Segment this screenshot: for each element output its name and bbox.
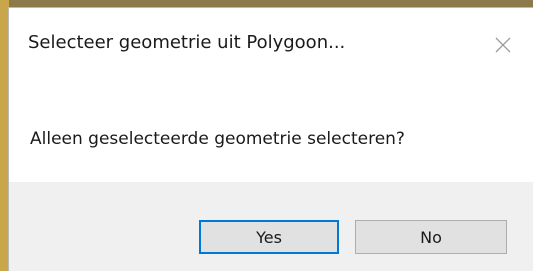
background-window-edge-top — [0, 0, 533, 8]
dialog-content: Alleen geselecteerde geometrie selectere… — [9, 86, 533, 182]
close-button[interactable] — [485, 30, 521, 60]
dialog-message: Alleen geselecteerde geometrie selectere… — [30, 129, 405, 149]
dialog-title: Selecteer geometrie uit Polygoon... — [28, 32, 346, 53]
yes-button[interactable]: Yes — [199, 220, 339, 254]
no-button-label: No — [420, 227, 442, 247]
background-window-edge-left — [0, 0, 9, 271]
yes-button-label: Yes — [256, 227, 282, 247]
no-button[interactable]: No — [355, 220, 507, 254]
dialog-button-bar: Yes No — [9, 182, 533, 271]
message-dialog: Selecteer geometrie uit Polygoon... Alle… — [9, 8, 533, 271]
dialog-title-bar[interactable]: Selecteer geometrie uit Polygoon... — [9, 8, 533, 86]
close-icon — [495, 37, 511, 53]
